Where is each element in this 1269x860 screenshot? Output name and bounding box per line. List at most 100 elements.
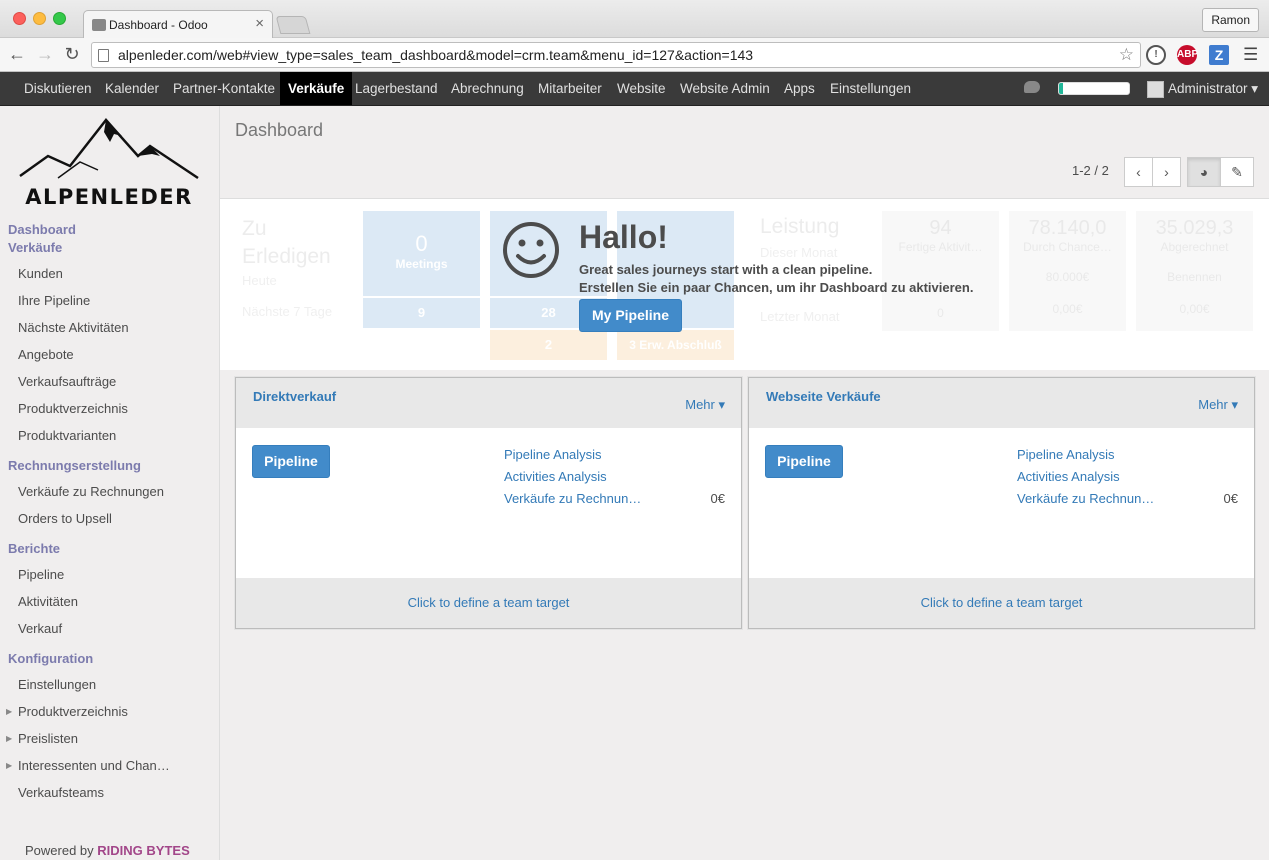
- menu-item-verkaeufe[interactable]: Verkäufe: [280, 72, 353, 105]
- sidebar-item-produktverzeichnis[interactable]: Produktverzeichnis: [18, 401, 128, 416]
- hallo-line-1: Great sales journeys start with a clean …: [579, 262, 873, 277]
- menu-item-abrechnung[interactable]: Abrechnung: [443, 72, 532, 105]
- company-logo[interactable]: ALPENLEDER: [18, 118, 200, 210]
- powered-prefix: Powered by: [25, 843, 94, 858]
- perf-col-2-target: 80.000€: [1045, 270, 1090, 284]
- chat-icon[interactable]: [1024, 81, 1040, 93]
- menu-item-kalender[interactable]: Kalender: [97, 72, 167, 105]
- meetings-label: Meetings: [395, 257, 448, 271]
- team-link-activities-analysis[interactable]: Activities Analysis: [1017, 469, 1120, 484]
- sidebar-item-aktivitaeten[interactable]: Aktivitäten: [18, 594, 78, 609]
- team-link-verkaeufe-zu-rechnungen[interactable]: Verkäufe zu Rechnun…: [1017, 491, 1154, 506]
- progress-fill: [1059, 83, 1064, 94]
- breadcrumb: Dashboard: [235, 120, 324, 140]
- sidebar-item-produktverzeichnis-config[interactable]: Produktverzeichnis: [18, 704, 128, 719]
- smiley-icon: [503, 222, 559, 278]
- team-target-link[interactable]: Click to define a team target: [236, 578, 741, 628]
- browser-tab[interactable]: Dashboard - Odoo ×: [83, 10, 273, 39]
- tab-close-icon[interactable]: ×: [255, 15, 264, 32]
- my-pipeline-button[interactable]: My Pipeline: [579, 299, 682, 332]
- perf-col-3-value: 35.029,3: [1155, 217, 1234, 239]
- window-minimize-button[interactable]: [33, 12, 46, 25]
- adblock-icon[interactable]: ABP: [1177, 45, 1198, 65]
- sidebar-item-pipeline[interactable]: Pipeline: [18, 567, 64, 582]
- dashboard-view-button[interactable]: ◕: [1187, 157, 1221, 187]
- perf-col-1: 94 Fertige Aktivit… 0: [882, 211, 999, 331]
- team-target-link[interactable]: Click to define a team target: [749, 578, 1254, 628]
- browser-menu-icon[interactable]: ☰: [1243, 45, 1258, 65]
- sidebar-item-verkaeufe-zu-rechnungen[interactable]: Verkäufe zu Rechnungen: [18, 484, 164, 499]
- pager-next-button[interactable]: ›: [1152, 157, 1181, 187]
- user-menu[interactable]: Administrator ▾: [1168, 72, 1258, 105]
- perf-title: Leistung: [760, 215, 840, 238]
- sidebar-item-verkaufsteams[interactable]: Verkaufsteams: [18, 785, 104, 800]
- sidebar-head-dashboard[interactable]: Dashboard: [8, 222, 76, 237]
- sidebar-item-naechste-aktivitaeten[interactable]: Nächste Aktivitäten: [18, 320, 129, 335]
- reload-icon[interactable]: ↻: [61, 43, 83, 65]
- sidebar-item-preislisten[interactable]: Preislisten: [18, 731, 78, 746]
- sidebar-item-angebote[interactable]: Angebote: [18, 347, 74, 362]
- back-icon[interactable]: ←: [6, 43, 28, 65]
- sidebar-item-produktvarianten[interactable]: Produktvarianten: [18, 428, 116, 443]
- sidebar-item-verkauf[interactable]: Verkauf: [18, 621, 62, 636]
- sidebar-head-rechnungserstellung: Rechnungserstellung: [8, 458, 141, 473]
- team-pipeline-button[interactable]: Pipeline: [765, 445, 843, 478]
- control-panel: Dashboard 1-2 / 2 ‹ › ◕ ✎: [220, 106, 1269, 199]
- favicon-icon: [92, 19, 106, 31]
- address-bar[interactable]: alpenleder.com/web#view_type=sales_team_…: [91, 42, 1141, 68]
- zotero-icon[interactable]: Z: [1209, 45, 1229, 65]
- sidebar-item-orders-to-upsell[interactable]: Orders to Upsell: [18, 511, 112, 526]
- menu-item-diskutieren[interactable]: Diskutieren: [16, 72, 100, 105]
- menu-item-website-admin[interactable]: Website Admin: [672, 72, 778, 105]
- menu-item-website[interactable]: Website: [609, 72, 674, 105]
- main-content: Dashboard 1-2 / 2 ‹ › ◕ ✎ Zu Erledigen H…: [220, 106, 1269, 860]
- sidebar-item-ihre-pipeline[interactable]: Ihre Pipeline: [18, 293, 90, 308]
- team-link-pipeline-analysis[interactable]: Pipeline Analysis: [504, 447, 602, 462]
- todo-next-label: Nächste 7 Tage: [242, 304, 333, 319]
- perf-last-label: Letzter Monat: [760, 309, 840, 324]
- browser-titlebar: Dashboard - Odoo × Ramon: [0, 0, 1269, 39]
- menu-item-mitarbeiter[interactable]: Mitarbeiter: [530, 72, 610, 105]
- team-link-pipeline-analysis[interactable]: Pipeline Analysis: [1017, 447, 1115, 462]
- window-maximize-button[interactable]: [53, 12, 66, 25]
- edit-view-button[interactable]: ✎: [1220, 157, 1254, 187]
- sidebar-item-kunden[interactable]: Kunden: [18, 266, 63, 281]
- planner-progress-bar[interactable]: [1058, 82, 1130, 95]
- meetings-next: 9: [363, 298, 480, 328]
- team-more-dropdown[interactable]: Mehr ▾: [1198, 397, 1238, 413]
- hallo-line-2: Erstellen Sie ein paar Chancen, um ihr D…: [579, 280, 974, 295]
- powered-brand[interactable]: RIDING BYTES: [97, 843, 189, 858]
- team-name[interactable]: Direktverkauf: [253, 389, 336, 404]
- perf-col-3-target: Benennen: [1167, 270, 1222, 284]
- url-text[interactable]: alpenleder.com/web#view_type=sales_team_…: [118, 47, 753, 63]
- team-card-direktverkauf: Direktverkauf Mehr ▾ Pipeline Pipeline A…: [235, 377, 742, 629]
- team-invoice-amount: 0€: [1223, 491, 1238, 506]
- caret-right-icon: ▶: [6, 707, 13, 716]
- bookmark-star-icon[interactable]: ☆: [1119, 45, 1134, 65]
- team-pipeline-button[interactable]: Pipeline: [252, 445, 330, 478]
- team-link-verkaeufe-zu-rechnungen[interactable]: Verkäufe zu Rechnun…: [504, 491, 641, 506]
- menu-item-partner-kontakte[interactable]: Partner-Kontakte: [165, 72, 283, 105]
- forward-icon[interactable]: →: [34, 43, 56, 65]
- perf-col-1-value: 94: [929, 217, 952, 239]
- team-link-activities-analysis[interactable]: Activities Analysis: [504, 469, 607, 484]
- avatar[interactable]: [1147, 81, 1164, 98]
- sidebar-item-verkaufsauftraege[interactable]: Verkaufsaufträge: [18, 374, 116, 389]
- sidebar-item-einstellungen[interactable]: Einstellungen: [18, 677, 96, 692]
- menu-item-einstellungen[interactable]: Einstellungen: [822, 72, 919, 105]
- menu-item-lagerbestand[interactable]: Lagerbestand: [347, 72, 446, 105]
- window-close-button[interactable]: [13, 12, 26, 25]
- sidebar-head-verkaeufe: Verkäufe: [8, 240, 63, 255]
- sidebar-item-interessenten[interactable]: Interessenten und Chan…: [18, 758, 170, 773]
- team-more-dropdown[interactable]: Mehr ▾: [685, 397, 725, 413]
- new-tab-button[interactable]: [275, 16, 311, 34]
- menu-item-apps[interactable]: Apps: [776, 72, 823, 105]
- profile-button[interactable]: Ramon: [1202, 8, 1259, 32]
- powered-by[interactable]: Powered by RIDING BYTES: [25, 843, 190, 858]
- extension-info-icon[interactable]: !: [1146, 45, 1166, 65]
- meetings-value: 0: [415, 231, 428, 256]
- browser-toolbar: ← → ↻ alpenleder.com/web#view_type=sales…: [0, 38, 1269, 72]
- team-name[interactable]: Webseite Verkäufe: [766, 389, 881, 404]
- pager-previous-button[interactable]: ‹: [1124, 157, 1153, 187]
- sidebar-head-konfiguration: Konfiguration: [8, 651, 94, 666]
